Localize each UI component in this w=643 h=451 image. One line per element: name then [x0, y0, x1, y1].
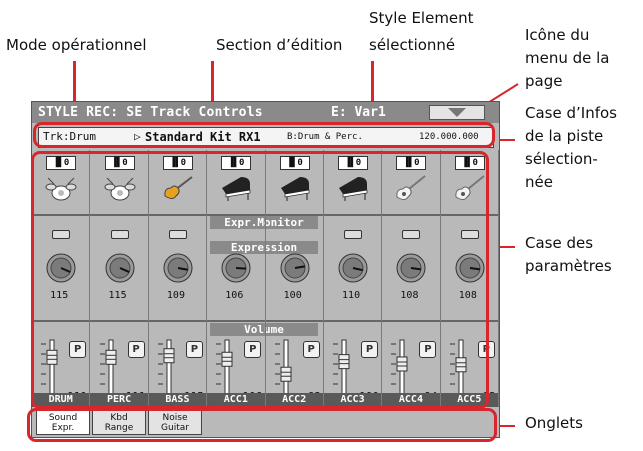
- highlight-tabs: [27, 408, 497, 442]
- callout-params-1: Case des: [525, 234, 594, 252]
- callout-page-menu-2: menu de la: [525, 49, 610, 67]
- callout-params-2: paramètres: [525, 257, 612, 275]
- callout-page-menu-3: page: [525, 72, 563, 90]
- callout-page-menu-1: Icône du: [525, 26, 590, 44]
- callout-track-info-4: née: [525, 173, 553, 191]
- leader-mode: [73, 61, 76, 101]
- title-bar: STYLE REC: SE Track Controls E: Var1: [32, 102, 499, 123]
- callout-track-info-2: de la piste: [525, 127, 604, 145]
- callout-mode: Mode opérationnel: [6, 36, 147, 54]
- page-menu-button[interactable]: [429, 105, 485, 120]
- leader-style-element: [371, 61, 374, 101]
- callout-style-element-1: Style Element: [369, 9, 474, 27]
- page-title: STYLE REC: SE Track Controls: [38, 105, 263, 120]
- highlight-parameters: [31, 151, 489, 409]
- callout-style-element-2: sélectionné: [369, 36, 456, 54]
- callout-tabs: Onglets: [525, 414, 583, 432]
- callout-edit-section: Section d’édition: [216, 36, 343, 54]
- callout-track-info-3: sélection-: [525, 150, 598, 168]
- highlight-track-info: [33, 122, 495, 148]
- leader-edit-section: [211, 61, 214, 101]
- style-element-label: E: Var1: [331, 105, 386, 120]
- page-menu-triangle-icon: [448, 108, 466, 117]
- callout-track-info-1: Case d’Infos: [525, 104, 617, 122]
